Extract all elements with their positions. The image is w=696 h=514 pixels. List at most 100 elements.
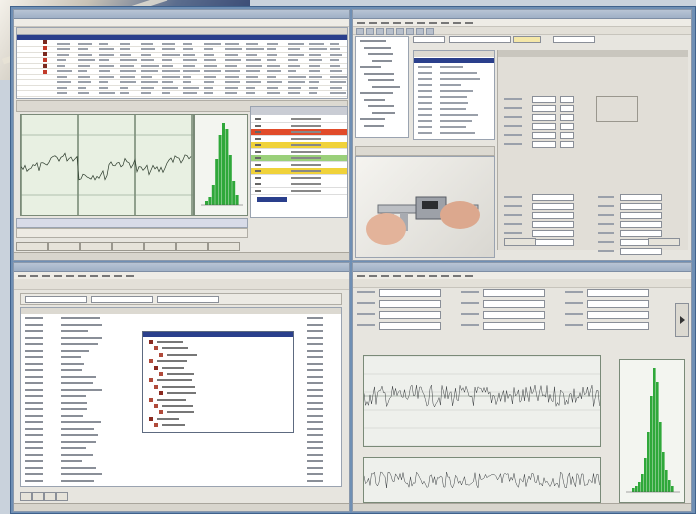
form-field[interactable] [620,230,662,237]
tree-item[interactable] [162,347,189,350]
result-selected[interactable] [257,197,287,202]
menu-item[interactable] [18,274,26,277]
bottom-tab[interactable] [80,242,112,251]
tree-item[interactable] [162,366,185,369]
tree-node[interactable] [368,105,394,107]
menu-item[interactable] [453,274,461,277]
menu-item[interactable] [465,274,473,277]
menu-item[interactable] [405,274,413,277]
list-item[interactable] [414,100,494,105]
list-item[interactable] [414,70,494,75]
menu-item[interactable] [78,274,86,277]
form-field[interactable] [532,96,556,103]
form-field[interactable] [560,105,574,112]
menu-item[interactable] [393,21,401,24]
tree-node[interactable] [364,46,392,49]
tree-item[interactable] [162,424,185,427]
table-row[interactable] [21,471,341,477]
form-field[interactable] [483,300,545,308]
form-button[interactable] [504,238,536,246]
form-field[interactable] [560,96,574,103]
form-field[interactable] [587,322,649,330]
tree-node[interactable] [372,85,400,88]
list-item[interactable] [414,76,494,81]
form-field[interactable] [560,114,574,121]
menu-item[interactable] [393,274,401,277]
filter-field-3[interactable] [157,296,219,303]
form-field[interactable] [379,289,441,297]
tree-item[interactable] [157,360,188,363]
menu-item[interactable] [417,274,425,277]
menu-item[interactable] [429,274,437,277]
form-field[interactable] [560,141,574,148]
tree-node[interactable] [360,66,381,68]
menu-item[interactable] [369,21,377,24]
menu-item[interactable] [405,21,413,24]
nav-next-button[interactable] [44,492,56,501]
menu-item[interactable] [417,21,425,24]
form-field[interactable] [532,221,574,228]
tree-node[interactable] [360,118,386,120]
form-field[interactable] [483,311,545,319]
form-field[interactable] [379,322,441,330]
list-item[interactable] [414,118,494,123]
bottom-tab[interactable] [48,242,80,251]
tree-node[interactable] [360,40,386,42]
tree-node[interactable] [364,98,386,101]
tree-node[interactable] [364,124,385,127]
menu-item[interactable] [126,274,134,277]
form-field[interactable] [587,311,649,319]
top-field-1[interactable] [413,36,445,43]
table-row-selected[interactable] [17,35,347,40]
side-arrow-button[interactable] [675,303,689,337]
menu-item[interactable] [102,274,110,277]
table-row[interactable] [21,439,341,445]
tree-item[interactable] [157,417,179,420]
menu-item[interactable] [381,21,389,24]
table-row[interactable] [21,315,341,321]
table-row[interactable] [21,478,341,484]
tree-node[interactable] [368,79,395,81]
tree-node[interactable] [372,59,393,62]
form-field[interactable] [483,322,545,330]
tree-item[interactable] [157,398,187,401]
list-item[interactable] [414,112,494,117]
form-field[interactable] [560,123,574,130]
menu-item[interactable] [441,21,449,24]
top-field-4[interactable] [553,36,595,43]
menu-item[interactable] [429,21,437,24]
table-row[interactable] [21,465,341,471]
table-row[interactable] [21,322,341,328]
form-field[interactable] [532,239,574,246]
list-item[interactable] [414,106,494,111]
menu-item[interactable] [30,274,38,277]
list-item[interactable] [414,82,494,87]
menu-item[interactable] [42,274,50,277]
list-item[interactable] [414,124,494,129]
menu-item[interactable] [357,274,365,277]
menu-item[interactable] [90,274,98,277]
form-field[interactable] [620,212,662,219]
table-row[interactable] [21,452,341,458]
top-field-3[interactable] [513,36,541,43]
result-row[interactable] [251,187,347,195]
filter-field-1[interactable] [25,296,87,303]
bottom-tab[interactable] [176,242,208,251]
list-item[interactable] [414,94,494,99]
form-field[interactable] [532,194,574,201]
bottom-tab[interactable] [16,242,48,251]
table-row[interactable] [17,91,347,97]
tree-node[interactable] [360,92,393,94]
menu-item[interactable] [465,21,473,24]
form-field[interactable] [587,300,649,308]
form-field[interactable] [620,203,662,210]
menu-item[interactable] [357,21,365,24]
form-button[interactable] [648,238,680,246]
bottom-tab[interactable] [112,242,144,251]
form-field[interactable] [560,132,574,139]
tree-node[interactable] [364,72,395,75]
list-item[interactable] [414,130,494,135]
menu-item[interactable] [453,21,461,24]
top-field-2[interactable] [449,36,511,43]
menu-item[interactable] [381,274,389,277]
